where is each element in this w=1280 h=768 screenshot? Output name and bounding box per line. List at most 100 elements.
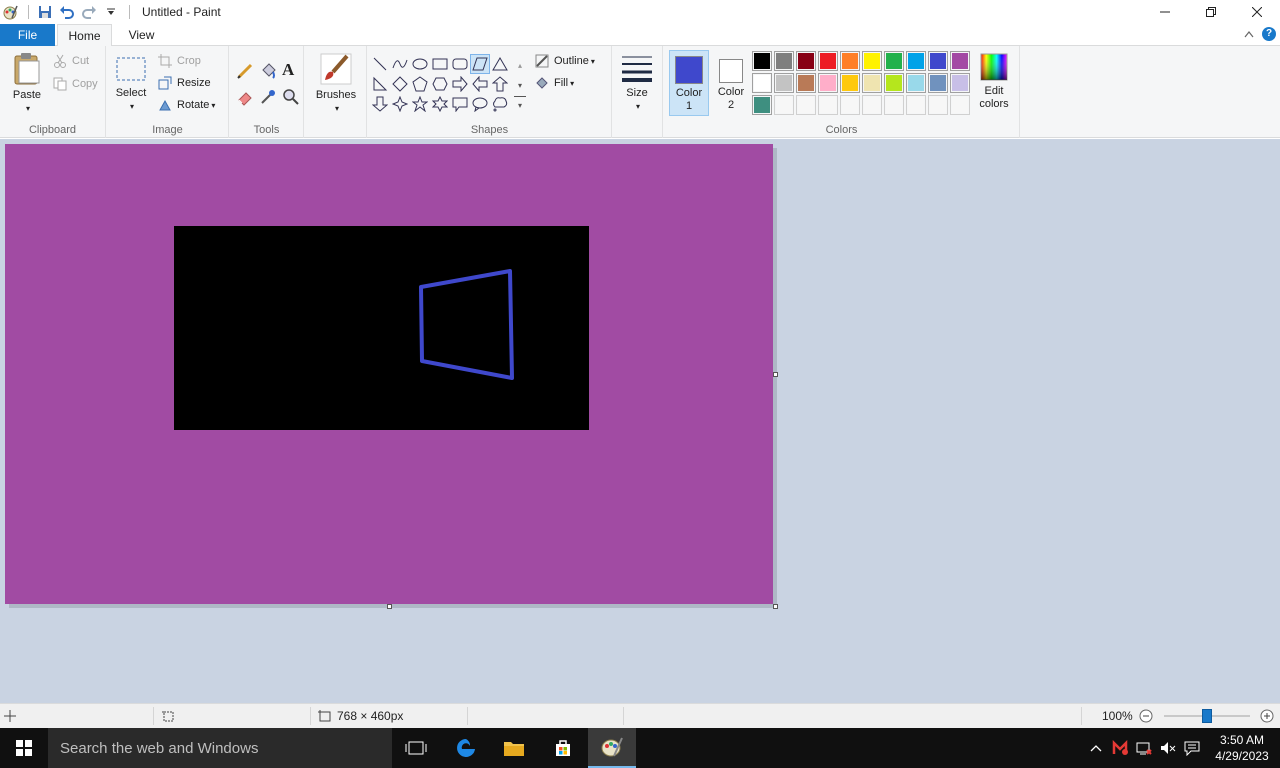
copy-button[interactable]: Copy xyxy=(52,75,98,93)
pentagon-shape-icon[interactable] xyxy=(410,74,430,94)
tab-home[interactable]: Home xyxy=(57,24,112,47)
resize-handle-corner[interactable] xyxy=(773,604,778,609)
up-arrow-shape-icon[interactable] xyxy=(490,74,510,94)
taskbar-clock[interactable]: 3:50 AM 4/29/2023 xyxy=(1204,732,1280,764)
rect-callout-shape-icon[interactable] xyxy=(450,94,470,114)
paint-taskbar-button[interactable] xyxy=(588,728,636,768)
five-point-star-shape-icon[interactable] xyxy=(410,94,430,114)
scroll-down-icon[interactable]: ▾ xyxy=(514,76,526,96)
save-icon[interactable] xyxy=(35,2,55,22)
pencil-icon[interactable] xyxy=(236,62,256,82)
resize-handle-right[interactable] xyxy=(773,372,778,377)
palette-swatch[interactable] xyxy=(950,95,970,115)
palette-swatch[interactable] xyxy=(840,95,860,115)
expand-gallery-icon[interactable]: ▾ xyxy=(514,96,526,115)
outline-button[interactable]: Outline ▾ xyxy=(534,52,595,70)
curve-shape-icon[interactable] xyxy=(390,54,410,74)
palette-swatch[interactable] xyxy=(752,95,772,115)
text-tool-icon[interactable]: A xyxy=(282,60,302,80)
hexagon-shape-icon[interactable] xyxy=(430,74,450,94)
palette-swatch[interactable] xyxy=(840,51,860,71)
oval-callout-shape-icon[interactable] xyxy=(470,94,490,114)
palette-swatch[interactable] xyxy=(862,73,882,93)
customize-qat-icon[interactable] xyxy=(101,2,121,22)
palette-swatch[interactable] xyxy=(884,51,904,71)
palette-swatch[interactable] xyxy=(840,73,860,93)
shapes-scroll[interactable]: ▴ ▾ ▾ xyxy=(514,56,526,118)
palette-swatch[interactable] xyxy=(774,95,794,115)
cloud-callout-shape-icon[interactable] xyxy=(490,94,510,114)
collapse-ribbon-icon[interactable] xyxy=(1244,27,1254,41)
task-view-button[interactable] xyxy=(392,728,440,768)
undo-icon[interactable] xyxy=(57,2,77,22)
palette-swatch[interactable] xyxy=(884,95,904,115)
palette-swatch[interactable] xyxy=(796,73,816,93)
palette-swatch[interactable] xyxy=(774,51,794,71)
palette-swatch[interactable] xyxy=(906,73,926,93)
drawing-canvas[interactable] xyxy=(5,144,773,604)
cut-button[interactable]: Cut xyxy=(52,52,89,70)
action-center-icon[interactable] xyxy=(1180,728,1204,768)
fill-bucket-icon[interactable] xyxy=(259,62,279,82)
eraser-icon[interactable] xyxy=(236,88,256,108)
palette-swatch[interactable] xyxy=(796,51,816,71)
palette-swatch[interactable] xyxy=(862,51,882,71)
color-picker-icon[interactable] xyxy=(259,88,279,108)
rounded-rectangle-shape-icon[interactable] xyxy=(450,54,470,74)
zoom-in-button[interactable] xyxy=(1260,704,1274,728)
tab-view[interactable]: View xyxy=(114,24,169,46)
rectangle-shape-icon[interactable] xyxy=(430,54,450,74)
palette-swatch[interactable] xyxy=(752,73,772,93)
palette-swatch[interactable] xyxy=(884,73,904,93)
palette-swatch[interactable] xyxy=(950,51,970,71)
network-tray-icon[interactable] xyxy=(1132,728,1156,768)
palette-swatch[interactable] xyxy=(928,73,948,93)
resize-button[interactable]: Resize xyxy=(157,74,211,92)
start-button[interactable] xyxy=(0,728,48,768)
palette-swatch[interactable] xyxy=(906,95,926,115)
store-taskbar-button[interactable] xyxy=(539,728,587,768)
crop-button[interactable]: Crop xyxy=(157,52,201,70)
palette-swatch[interactable] xyxy=(818,95,838,115)
taskbar-search-box[interactable]: Search the web and Windows xyxy=(48,728,392,768)
minimize-button[interactable] xyxy=(1142,0,1188,24)
palette-swatch[interactable] xyxy=(928,51,948,71)
right-triangle-shape-icon[interactable] xyxy=(370,74,390,94)
zoom-slider-thumb[interactable] xyxy=(1202,709,1212,723)
antivirus-tray-icon[interactable] xyxy=(1108,728,1132,768)
palette-swatch[interactable] xyxy=(906,51,926,71)
magnifier-icon[interactable] xyxy=(282,88,302,108)
select-button[interactable]: Select ▾ xyxy=(113,54,149,113)
oval-shape-icon[interactable] xyxy=(410,54,430,74)
edge-taskbar-button[interactable] xyxy=(442,728,490,768)
resize-handle-bottom[interactable] xyxy=(387,604,392,609)
palette-swatch[interactable] xyxy=(796,95,816,115)
palette-swatch[interactable] xyxy=(818,51,838,71)
palette-swatch[interactable] xyxy=(752,51,772,71)
line-shape-icon[interactable] xyxy=(370,54,390,74)
volume-muted-icon[interactable] xyxy=(1156,728,1180,768)
palette-swatch[interactable] xyxy=(862,95,882,115)
size-button[interactable]: Size ▾ xyxy=(619,54,655,113)
tab-file[interactable]: File xyxy=(0,24,55,46)
help-icon[interactable]: ? xyxy=(1262,27,1276,41)
paste-button[interactable]: Paste ▾ xyxy=(8,52,46,115)
scroll-up-icon[interactable]: ▴ xyxy=(514,56,526,76)
rotate-button[interactable]: Rotate ▾ xyxy=(157,96,215,114)
zoom-slider[interactable] xyxy=(1164,704,1250,728)
edit-colors-button[interactable]: Edit colors xyxy=(974,52,1014,111)
palette-swatch[interactable] xyxy=(928,95,948,115)
show-hidden-icons-button[interactable] xyxy=(1084,728,1108,768)
left-arrow-shape-icon[interactable] xyxy=(470,74,490,94)
palette-swatch[interactable] xyxy=(818,73,838,93)
down-arrow-shape-icon[interactable] xyxy=(370,94,390,114)
palette-swatch[interactable] xyxy=(950,73,970,93)
close-button[interactable] xyxy=(1234,0,1280,24)
file-explorer-taskbar-button[interactable] xyxy=(490,728,538,768)
redo-icon[interactable] xyxy=(79,2,99,22)
restore-button[interactable] xyxy=(1188,0,1234,24)
right-arrow-shape-icon[interactable] xyxy=(450,74,470,94)
diamond-shape-icon[interactable] xyxy=(390,74,410,94)
four-point-star-shape-icon[interactable] xyxy=(390,94,410,114)
fill-button[interactable]: Fill ▾ xyxy=(534,74,574,92)
